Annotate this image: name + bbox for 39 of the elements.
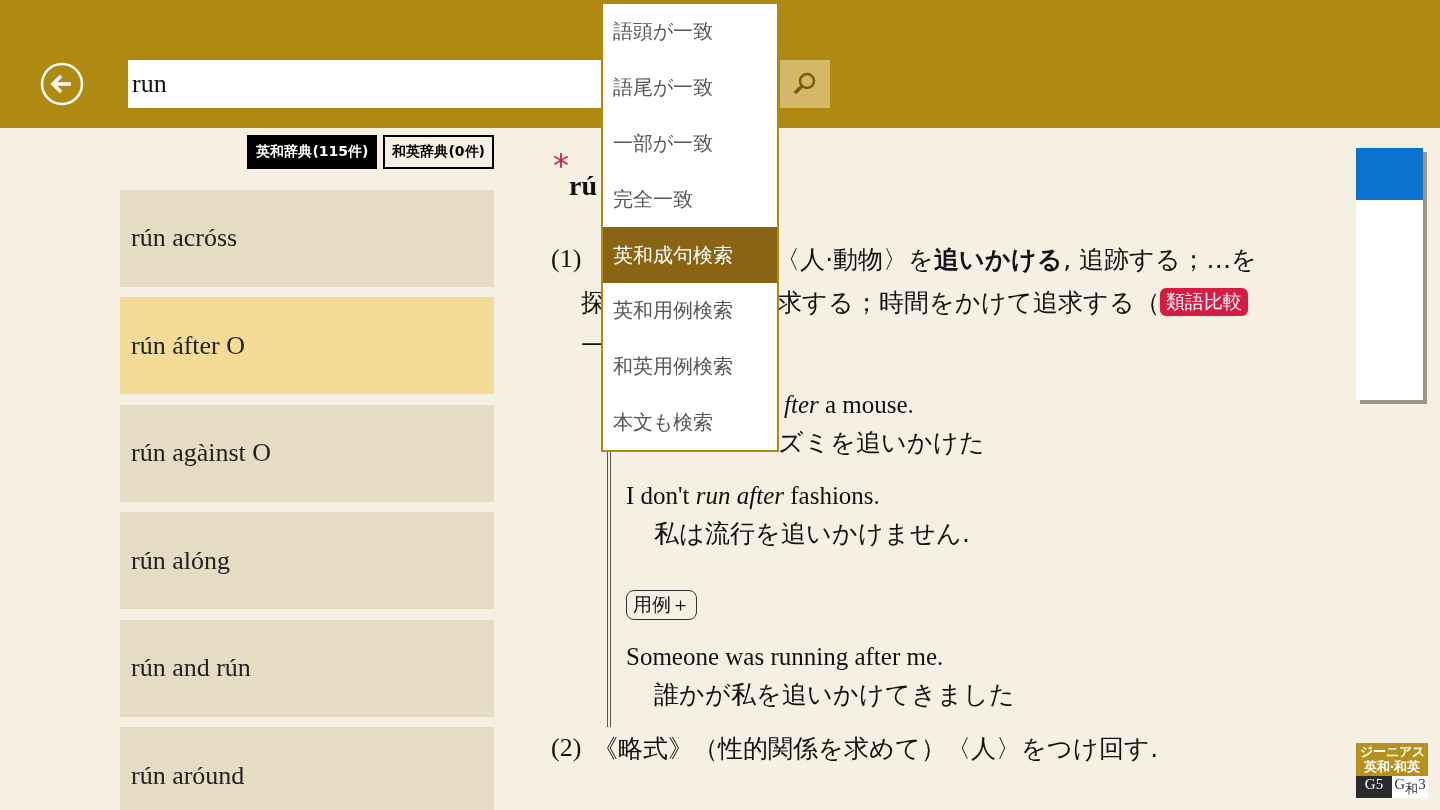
result-item[interactable]: rún and rún [120,619,494,717]
result-item[interactable]: rún agàinst O [120,404,494,502]
menu-item[interactable]: 一部が一致 [603,115,777,172]
result-item[interactable]: rún aróund [120,727,494,810]
dictionary-tab[interactable]: 英和辞典(115件) [247,135,378,169]
logo-edition: G$_{和}$3 [1392,776,1428,798]
headword: rú [569,170,597,202]
menu-item[interactable]: 完全一致 [603,171,777,228]
definition-text: 〈人·動物〉を追いかける, 追跡する；…を [775,243,1258,276]
menu-item[interactable]: 本文も検索 [603,394,777,451]
example-sentence: Someone was running after me. [626,642,945,672]
result-item[interactable]: rún acróss [120,189,494,287]
menu-item[interactable]: 語頭が一致 [603,4,777,60]
logo-subtitle: 英和·和英 [1363,759,1421,774]
sense-number: (1) [551,244,582,274]
menu-item[interactable]: 語尾が一致 [603,59,777,116]
search-button[interactable] [780,60,830,108]
example-translation: 私は流行を追いかけません. [653,518,970,550]
search-icon [792,71,818,97]
back-button[interactable] [40,62,84,106]
definition-text: 求する；時間をかけて追求する（ [777,286,1160,319]
example-translation: 誰かが私を追いかけてきました [653,679,1015,711]
example-sentence: I don't run after fashions. [626,481,881,511]
search-field[interactable]: run [128,60,601,108]
synonym-tag[interactable]: 類語比較 [1160,288,1248,316]
menu-item[interactable]: 和英用例検索 [603,338,777,395]
result-item[interactable]: rún alóng [120,512,494,609]
menu-item[interactable]: 英和成句検索 [603,227,777,283]
result-item[interactable]: rún áfter O [120,297,494,394]
menu-item[interactable]: 英和用例検索 [603,283,777,339]
logo-edition: G5 [1356,776,1392,798]
dictionary-tab[interactable]: 和英辞典(0件) [383,135,494,169]
sense-number: (2) [551,733,582,763]
definition-text: 《略式》（性的関係を求めて）〈人〉をつけ回す. [593,732,1159,765]
star-mark: * [553,146,569,184]
more-examples-button[interactable]: 用例＋ [626,590,697,620]
example-translation: ズミを追いかけた [778,427,985,459]
example-sentence: fter a mouse. [784,390,915,420]
logo-title: ジーニアス [1359,745,1425,760]
